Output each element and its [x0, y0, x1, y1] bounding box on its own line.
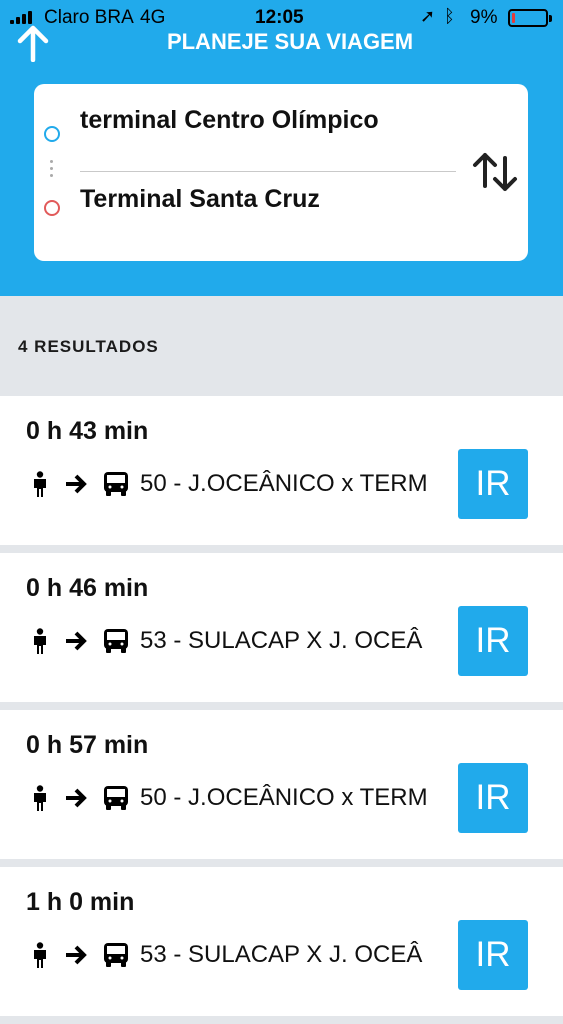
- arrow-right-icon: [66, 945, 87, 965]
- route-name: 50 - J.OCEÂNICO x TERM: [140, 784, 428, 811]
- trip-duration: 0 h 46 min: [26, 574, 149, 602]
- result-list: 0 h 43 min 50 - J.OCEÂNICO x TERM IR 0 h…: [0, 396, 563, 1024]
- results-header: 4 RESULTADOS: [0, 296, 563, 396]
- swap-route-button[interactable]: [470, 150, 522, 194]
- bus-icon: [104, 786, 128, 810]
- network-type: 4G: [140, 7, 166, 28]
- route-name: 53 - SULACAP X J. OCEÂ: [140, 941, 423, 968]
- arrow-right-icon: [66, 474, 87, 494]
- header: Claro BRA 4G 12:05 ➚ ᛒ 9% PLANEJE SUA VI…: [0, 0, 563, 296]
- trip-duration: 0 h 57 min: [26, 731, 149, 759]
- arrow-right-icon: [66, 788, 87, 808]
- battery-level: [512, 13, 515, 23]
- trip-duration: 1 h 0 min: [26, 888, 135, 916]
- result-item[interactable]: 0 h 46 min 53 - SULACAP X J. OCEÂ IR: [0, 553, 563, 702]
- walk-icon: [34, 471, 46, 497]
- route-connector: [50, 160, 54, 181]
- route-summary: 50 - J.OCEÂNICO x TERM: [30, 782, 458, 814]
- bus-icon: [104, 629, 128, 653]
- route-divider: [80, 171, 456, 172]
- origin-field[interactable]: terminal Centro Olímpico: [80, 106, 379, 135]
- results-count: 4 RESULTADOS: [18, 337, 159, 356]
- route-summary: 53 - SULACAP X J. OCEÂ: [30, 939, 458, 971]
- go-button[interactable]: IR: [458, 763, 528, 833]
- origin-marker-icon: [44, 126, 60, 142]
- result-item[interactable]: 1 h 0 min 53 - SULACAP X J. OCEÂ IR: [0, 867, 563, 1016]
- bluetooth-icon: ᛒ: [444, 6, 455, 26]
- destination-marker-icon: [44, 200, 60, 216]
- route-card: terminal Centro Olímpico Terminal Santa …: [34, 84, 528, 261]
- battery-percent: 9%: [470, 7, 498, 28]
- route-summary: 53 - SULACAP X J. OCEÂ: [30, 625, 458, 657]
- signal-icon: [10, 10, 32, 24]
- status-time: 12:05: [255, 7, 304, 28]
- walk-icon: [34, 628, 46, 654]
- battery-icon: [508, 9, 552, 27]
- bus-icon: [104, 472, 128, 496]
- walk-icon: [34, 785, 46, 811]
- page-title: PLANEJE SUA VIAGEM: [166, 29, 414, 54]
- arrow-right-icon: [66, 631, 87, 651]
- route-summary: 50 - J.OCEÂNICO x TERM: [30, 468, 458, 500]
- bus-icon: [104, 943, 128, 967]
- route-name: 53 - SULACAP X J. OCEÂ: [140, 627, 423, 654]
- destination-field[interactable]: Terminal Santa Cruz: [80, 185, 320, 214]
- go-button[interactable]: IR: [458, 449, 528, 519]
- swap-vertical-icon: [473, 153, 517, 191]
- trip-duration: 0 h 43 min: [26, 417, 149, 445]
- location-icon: ➚: [420, 6, 436, 26]
- result-item[interactable]: 0 h 43 min 50 - J.OCEÂNICO x TERM IR: [0, 396, 563, 545]
- walk-icon: [34, 942, 46, 968]
- go-button[interactable]: IR: [458, 606, 528, 676]
- route-name: 50 - J.OCEÂNICO x TERM: [140, 470, 428, 497]
- result-item[interactable]: 0 h 57 min 50 - J.OCEÂNICO x TERM IR: [0, 710, 563, 859]
- go-button[interactable]: IR: [458, 920, 528, 990]
- carrier-name: Claro BRA: [44, 7, 134, 28]
